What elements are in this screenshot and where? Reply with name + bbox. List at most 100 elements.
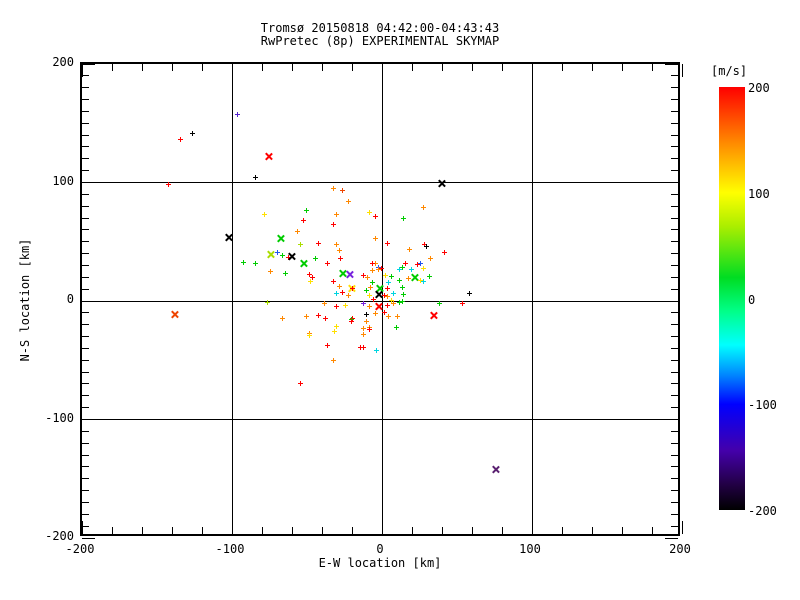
y-axis-tick [82,513,89,515]
gridline-horizontal [82,182,678,183]
scatter-point [189,130,195,136]
scatter-point [467,290,472,296]
scatter-point [401,291,406,297]
y-axis-tick [671,99,678,101]
y-axis-tick [82,442,89,444]
y-axis-tick [665,63,678,65]
y-axis-tick [82,347,89,349]
y-axis-tick [82,134,89,136]
y-axis-tick [665,419,678,420]
y-axis-tick [671,193,678,195]
x-axis-tick [681,64,683,77]
x-axis-tick [231,521,233,534]
y-axis-tick [82,158,89,160]
skymap-figure: Tromsø 20150818 04:42:00-04:43:43 RwPret… [0,0,800,600]
y-tick-label: 0 [66,292,74,306]
scatter-point [363,319,369,325]
scatter-point [338,256,343,262]
x-axis-tick [351,527,353,534]
y-axis-tick [671,264,678,266]
scatter-point-cross [287,252,296,261]
scatter-point [423,244,429,250]
scatter-point [350,285,355,291]
y-axis-tick [82,324,89,326]
scatter-point [426,274,432,280]
x-axis-tick [111,64,113,71]
scatter-point [357,345,363,351]
gridline-vertical [381,64,383,534]
y-axis-tick [671,134,678,136]
y-axis-tick [671,122,678,124]
y-axis-tick [671,336,678,338]
scatter-point [384,240,390,246]
y-axis-tick [82,122,89,124]
colorbar-tick-label: -100 [748,398,777,413]
scatter-point [420,265,426,271]
y-axis-tick [82,501,89,503]
scatter-point [386,280,391,286]
y-axis-tick [82,75,89,77]
x-tick-label: -200 [65,542,95,556]
y-axis-tick [82,182,95,183]
x-axis-tick [621,527,623,534]
scatter-point [384,294,390,300]
scatter-point [366,303,372,309]
y-axis-tick [671,454,678,456]
y-axis-tick [671,87,678,89]
y-axis-tick [665,537,678,539]
scatter-point [368,284,373,290]
y-axis-tick [82,419,95,420]
x-axis-label: E-W location [km] [318,556,442,570]
scatter-point [390,301,396,307]
x-axis-tick [321,527,323,534]
scatter-point [297,242,303,248]
y-axis-tick [82,229,89,231]
scatter-point [342,302,348,308]
y-axis-tick [671,395,678,397]
y-axis-tick [671,217,678,219]
scatter-point [390,290,396,296]
y-axis-tick [82,276,89,278]
gridline-vertical [531,64,533,534]
scatter-point [383,272,388,278]
scatter-point [336,283,342,289]
x-axis-tick [681,521,683,534]
y-tick-label: -100 [45,410,74,425]
x-axis-tick [141,64,143,71]
scatter-point-cross [224,233,233,242]
scatter-point [300,218,306,224]
x-axis-tick [471,64,473,71]
scatter-point [396,300,402,306]
scatter-point [407,246,412,252]
x-axis-tick [141,527,143,534]
scatter-point [333,242,339,248]
gridline-vertical [231,64,233,534]
scatter-point [330,186,336,192]
y-axis-tick [671,241,678,243]
scatter-point [360,332,366,338]
y-axis-tick [82,537,95,539]
scatter-point [240,259,246,265]
scatter-point [414,262,420,268]
scatter-point [336,248,342,254]
y-axis-tick [671,324,678,326]
scatter-point [312,256,318,262]
y-axis-tick [671,229,678,231]
scatter-point [297,380,303,386]
scatter-point [360,301,366,307]
y-axis-tick [671,525,678,527]
y-axis-tick [82,99,89,101]
y-axis-tick [671,205,678,207]
x-axis-tick [411,527,413,534]
scatter-point [372,310,378,316]
scatter-point [386,314,391,320]
figure-subtitle: RwPretec (8p) EXPERIMENTAL SKYMAP [260,34,500,48]
scatter-point [366,327,372,333]
x-axis-tick [561,64,563,71]
scatter-point [177,136,183,142]
x-axis-tick [441,527,443,534]
y-axis-tick [82,300,95,302]
y-tick-label: 200 [52,55,74,69]
y-axis-tick [82,241,89,243]
scatter-point [324,342,330,348]
